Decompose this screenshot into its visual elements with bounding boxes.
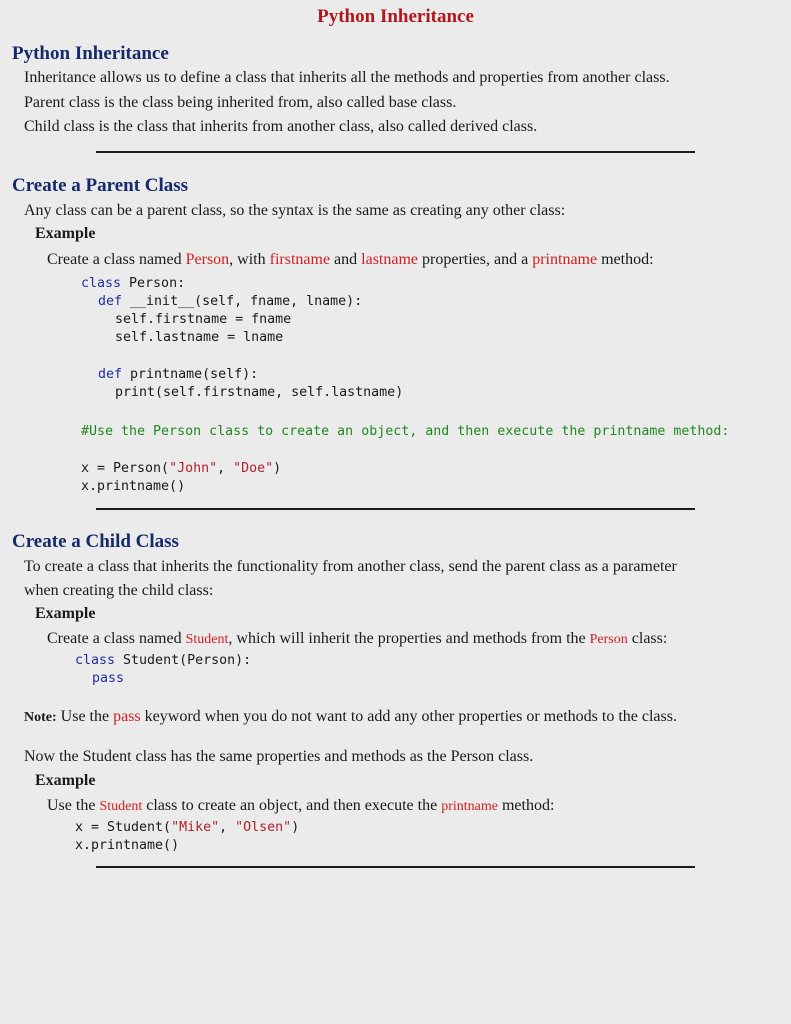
code-line: self.firstname = fname <box>115 312 292 327</box>
code-keyword: pass <box>92 671 125 686</box>
text: Use the <box>56 708 114 725</box>
intro-line: Inheritance allows us to define a class … <box>24 69 670 86</box>
code-line: self.lastname = lname <box>115 330 284 345</box>
code-line: class Student(Person): <box>75 652 251 670</box>
example-label: Example <box>35 225 96 242</box>
example-label: Example <box>35 772 96 789</box>
highlight-lastname: lastname <box>361 251 419 268</box>
child-example2-text: Use the Student class to create an objec… <box>47 796 554 817</box>
code-text: , <box>219 820 236 835</box>
code-text: Student(Person): <box>115 653 252 668</box>
divider <box>96 508 695 510</box>
note-label: Note: <box>24 710 57 725</box>
code-text: printname(self): <box>122 367 259 382</box>
code-line: x.printname() <box>81 479 186 494</box>
child-example-text: Create a class named Student, which will… <box>47 629 667 650</box>
intro-line: Child class is the class that inherits f… <box>24 118 538 135</box>
code-text: ) <box>273 461 282 476</box>
intro-line: Parent class is the class being inherite… <box>24 94 457 111</box>
parent-description: Any class can be a parent class, so the … <box>24 202 566 219</box>
code-string: "Doe" <box>233 461 274 476</box>
text: Create a class named <box>47 630 186 647</box>
note: Note: Use the pass keyword when you do n… <box>24 707 677 728</box>
code-line: x.printname() <box>75 838 180 853</box>
now-text: Now the Student class has the same prope… <box>24 748 534 765</box>
code-line: x = Student("Mike", "Olsen") <box>75 819 299 837</box>
page-title: Python Inheritance <box>317 6 474 27</box>
highlight-student: Student <box>99 799 143 814</box>
section-heading-parent-class: Create a Parent Class <box>12 175 189 196</box>
divider <box>96 866 695 868</box>
code-line: def printname(self): <box>98 366 258 384</box>
text: , which will inherit the properties and … <box>228 630 590 647</box>
code-string: "John" <box>169 461 218 476</box>
highlight-person: Person <box>185 251 230 268</box>
code-keyword: class <box>75 653 116 668</box>
child-description: To create a class that inherits the func… <box>24 558 677 575</box>
text: method: <box>597 251 654 268</box>
text: properties, and a <box>418 251 533 268</box>
code-text: Person: <box>121 276 186 291</box>
code-text: x = Student( <box>75 820 172 835</box>
code-line: print(self.firstname, self.lastname) <box>115 385 404 400</box>
code-line: def __init__(self, fname, lname): <box>98 293 362 311</box>
code-text: , <box>217 461 234 476</box>
code-keyword: def <box>98 367 123 382</box>
code-text: ) <box>291 820 300 835</box>
code-keyword: def <box>98 294 123 309</box>
code-string: "Olsen" <box>235 820 292 835</box>
text: class to create an object, and then exec… <box>142 797 442 814</box>
text: Use the <box>47 797 100 814</box>
highlight-printname: printname <box>532 251 598 268</box>
text: class: <box>627 630 668 647</box>
highlight-firstname: firstname <box>269 251 331 268</box>
example-label: Example <box>35 605 96 622</box>
code-text: x = Person( <box>81 461 170 476</box>
highlight-printname: printname <box>441 799 498 814</box>
code-line: class Person: <box>81 275 185 293</box>
text: and <box>330 251 362 268</box>
text: Create a class named <box>47 251 186 268</box>
highlight-pass: pass <box>113 708 141 725</box>
code-string: "Mike" <box>171 820 220 835</box>
text: method: <box>497 797 555 814</box>
code-keyword: class <box>81 276 122 291</box>
code-text: __init__(self, fname, lname): <box>122 294 363 309</box>
parent-example-text: Create a class named Person, with firstn… <box>47 250 654 270</box>
text: keyword when you do not want to add any … <box>140 708 677 725</box>
code-comment: #Use the Person class to create an objec… <box>81 424 730 439</box>
highlight-person: Person <box>589 632 628 647</box>
child-description: when creating the child class: <box>24 582 214 599</box>
section-heading-child-class: Create a Child Class <box>12 531 179 552</box>
code-line: x = Person("John", "Doe") <box>81 460 281 478</box>
section-heading-inheritance: Python Inheritance <box>12 43 169 64</box>
highlight-student: Student <box>185 632 229 647</box>
text: , with <box>229 251 270 268</box>
divider <box>96 151 695 153</box>
